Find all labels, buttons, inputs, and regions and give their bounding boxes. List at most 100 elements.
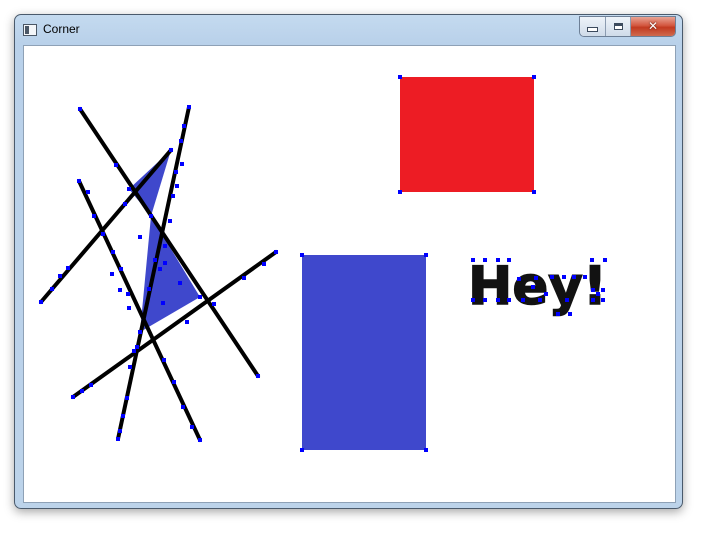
corner-marker	[424, 253, 428, 257]
corner-marker	[66, 266, 70, 270]
corner-marker	[507, 298, 511, 302]
corner-marker	[568, 312, 572, 316]
corner-marker	[116, 437, 120, 441]
corner-marker	[169, 148, 173, 152]
corner-marker	[471, 298, 475, 302]
corner-marker	[101, 232, 105, 236]
corner-marker	[185, 320, 189, 324]
corner-marker	[601, 288, 605, 292]
hey-text: Hey!	[468, 256, 607, 317]
corner-marker	[123, 202, 127, 206]
close-icon: ✕	[647, 19, 659, 33]
corner-marker	[153, 258, 157, 262]
corner-marker	[198, 295, 202, 299]
corner-marker	[121, 414, 125, 418]
corner-marker	[174, 170, 178, 174]
corner-marker	[71, 395, 75, 399]
corner-marker	[149, 214, 153, 218]
corner-marker	[77, 179, 81, 183]
corner-marker	[175, 184, 179, 188]
corner-marker	[212, 302, 216, 306]
corner-marker	[182, 124, 186, 128]
corner-marker	[114, 163, 118, 167]
corner-marker	[171, 194, 175, 198]
app-window-icon	[23, 24, 37, 36]
caption-buttons: ✕	[579, 16, 676, 37]
corner-marker	[398, 75, 402, 79]
corner-marker	[596, 292, 600, 296]
drawing-surface: Hey!	[39, 75, 608, 452]
corner-marker	[590, 258, 594, 262]
corner-marker	[78, 107, 82, 111]
blue-rectangle	[302, 255, 426, 450]
corner-marker	[92, 214, 96, 218]
corner-marker	[471, 258, 475, 262]
corner-marker	[132, 349, 136, 353]
corner-marker	[110, 272, 114, 276]
corner-marker	[181, 405, 185, 409]
minimize-icon	[587, 27, 598, 32]
corner-marker	[119, 267, 123, 271]
corner-marker	[178, 281, 182, 285]
corner-marker	[483, 258, 487, 262]
corner-marker	[496, 258, 500, 262]
corner-marker	[190, 425, 194, 429]
corner-marker	[483, 298, 487, 302]
corner-marker	[531, 285, 535, 289]
corner-marker	[158, 267, 162, 271]
corner-marker	[127, 187, 131, 191]
corner-marker	[58, 274, 62, 278]
corner-marker	[111, 250, 115, 254]
corner-marker	[562, 275, 566, 279]
corner-marker	[591, 298, 595, 302]
red-rectangle	[400, 77, 534, 192]
corner-marker	[135, 345, 139, 349]
corner-marker	[583, 275, 587, 279]
window-title: Corner	[43, 22, 80, 36]
corner-marker	[127, 306, 131, 310]
corner-marker	[532, 75, 536, 79]
corner-marker	[147, 287, 151, 291]
corner-marker	[565, 298, 569, 302]
corner-marker	[556, 312, 560, 316]
maximize-icon	[613, 23, 623, 30]
title-bar[interactable]: Corner ✕	[15, 15, 682, 45]
corner-marker	[398, 190, 402, 194]
corner-marker	[591, 288, 595, 292]
corner-marker	[496, 298, 500, 302]
corner-marker	[180, 162, 184, 166]
corner-marker	[517, 277, 521, 281]
corner-marker	[125, 396, 129, 400]
corner-marker	[424, 448, 428, 452]
corner-marker	[128, 365, 132, 369]
corner-marker	[507, 258, 511, 262]
corner-marker	[262, 262, 266, 266]
corner-marker	[532, 190, 536, 194]
corner-marker	[550, 275, 554, 279]
corner-marker	[118, 429, 122, 433]
corner-marker	[50, 287, 54, 291]
corner-marker	[163, 261, 167, 265]
corner-marker	[86, 190, 90, 194]
corner-marker	[39, 300, 43, 304]
maximize-button[interactable]	[606, 17, 631, 36]
corner-marker	[198, 438, 202, 442]
corner-marker	[126, 292, 130, 296]
corner-marker	[521, 298, 525, 302]
corner-marker	[168, 219, 172, 223]
corner-marker	[256, 374, 260, 378]
corner-marker	[179, 139, 183, 143]
minimize-button[interactable]	[580, 17, 606, 36]
corner-marker	[300, 253, 304, 257]
corner-marker	[80, 389, 84, 393]
corner-marker	[572, 275, 576, 279]
corner-marker	[603, 258, 607, 262]
corner-marker	[138, 235, 142, 239]
line-b	[77, 179, 202, 442]
corner-marker	[172, 380, 176, 384]
corner-marker	[162, 358, 166, 362]
corner-marker	[187, 105, 191, 109]
corner-marker	[274, 250, 278, 254]
close-button[interactable]: ✕	[631, 17, 675, 36]
corner-marker	[242, 276, 246, 280]
